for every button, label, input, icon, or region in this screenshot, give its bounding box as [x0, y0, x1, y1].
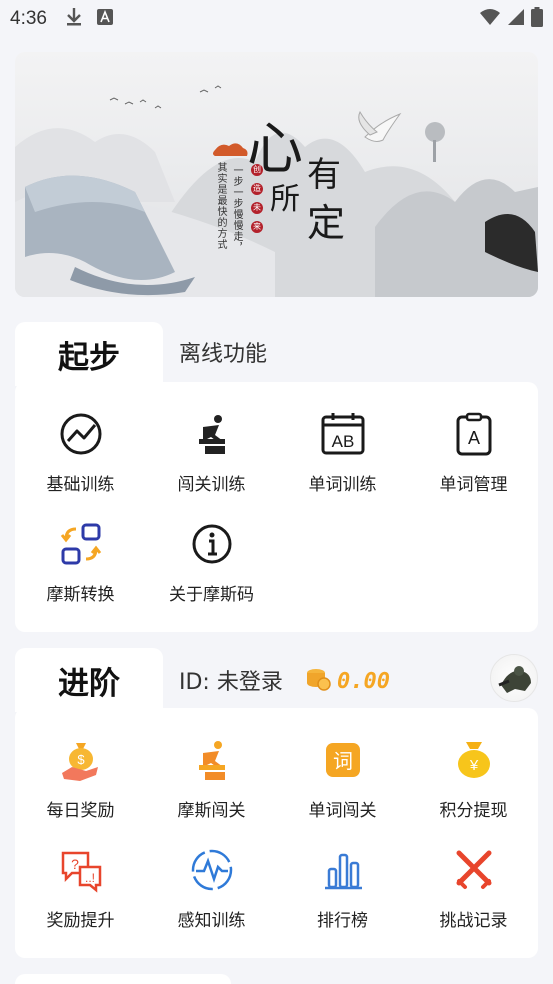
svg-text:?: ?: [71, 856, 79, 872]
pulse-circle-icon: [188, 846, 236, 894]
next-section-tab: [15, 974, 231, 984]
calendar-ab-icon: AB: [319, 410, 367, 458]
clipboard-a-icon: A: [450, 410, 498, 458]
trend-chart-icon: [57, 410, 105, 458]
item-reward-boost[interactable]: ?..! 奖励提升: [15, 846, 146, 946]
item-label: 挑战记录: [439, 911, 508, 931]
item-label: 积分提现: [439, 801, 508, 821]
crossed-swords-icon: [450, 846, 498, 894]
user-id[interactable]: ID: 未登录: [179, 664, 283, 696]
item-morse-convert[interactable]: 摩斯转换: [15, 520, 146, 620]
svg-text:¥: ¥: [468, 757, 478, 774]
item-label: 奖励提升: [46, 911, 115, 931]
item-label: 摩斯转换: [46, 585, 115, 605]
status-time: 4:36: [10, 8, 47, 29]
coins-icon: [305, 666, 331, 696]
money-bag-hand-icon: $: [57, 736, 105, 784]
svg-text:$: $: [77, 752, 85, 767]
item-label: 闯关训练: [177, 475, 246, 495]
item-label: 单词训练: [308, 475, 377, 495]
svg-text:词: 词: [333, 749, 353, 773]
tab-advanced[interactable]: 进阶: [15, 648, 163, 712]
item-level-training[interactable]: 闯关训练: [146, 410, 277, 510]
banner-vertical-text-2: 其实是最快的方式: [215, 162, 226, 250]
download-icon: [65, 7, 83, 31]
banner-seal-2: 造: [253, 184, 261, 193]
bar-chart-icon: [319, 846, 367, 894]
banner-vertical-text-1: 一步一步慢慢走，: [231, 165, 242, 253]
item-word-management[interactable]: A 单词管理: [408, 410, 539, 510]
item-points-withdraw[interactable]: ¥ 积分提现: [408, 736, 539, 836]
item-label: 感知训练: [177, 911, 246, 931]
avatar[interactable]: [490, 654, 538, 702]
jumping-runner-icon: [188, 410, 236, 458]
item-morse-level[interactable]: 摩斯闯关: [146, 736, 277, 836]
item-label: 关于摩斯码: [169, 585, 254, 605]
coin-value: 0.00: [337, 668, 390, 694]
item-challenge-record[interactable]: 挑战记录: [408, 846, 539, 946]
item-perception-training[interactable]: 感知训练: [146, 846, 277, 946]
item-daily-reward[interactable]: $ 每日奖励: [15, 736, 146, 836]
item-label: 单词闯关: [308, 801, 377, 821]
banner-image[interactable]: 心 有 所 定 一步一步慢慢走， 其实是最快的方式 创 造 未 来: [15, 52, 538, 297]
item-label: 摩斯闯关: [177, 801, 246, 821]
banner-seal-4: 来: [253, 222, 261, 231]
battery-icon: [531, 7, 543, 31]
item-label: 单词管理: [439, 475, 508, 495]
banner-seal-3: 未: [253, 203, 261, 212]
banner-char-3: 所: [270, 182, 300, 217]
word-tile-icon: 词: [319, 736, 367, 784]
item-word-training[interactable]: AB 单词训练: [277, 410, 408, 510]
svg-text:..!: ..!: [84, 871, 94, 885]
svg-text:A: A: [467, 428, 479, 448]
status-bar: 4:36: [0, 0, 553, 38]
item-basic-training[interactable]: 基础训练: [15, 410, 146, 510]
item-leaderboard[interactable]: 排行榜: [277, 846, 408, 946]
section-basic: 起步 离线功能 基础训练 闯关训练 AB 单词训练 A 单词管理 摩斯转换 关于…: [15, 322, 538, 632]
banner-char-2: 有: [307, 155, 341, 195]
question-chat-icon: ?..!: [57, 846, 105, 894]
font-a-icon: [96, 9, 113, 29]
orange-runner-icon: [188, 736, 236, 784]
section-advanced: 进阶 ID: 未登录 0.00 $ 每日奖励 摩斯闯关 词 单词闯关 ¥ 积分提…: [15, 648, 538, 958]
info-icon: [188, 520, 236, 568]
signal-icon: [507, 8, 525, 30]
yuan-bag-icon: ¥: [450, 736, 498, 784]
item-word-level[interactable]: 词 单词闯关: [277, 736, 408, 836]
banner-char-4: 定: [307, 201, 346, 245]
item-about-morse[interactable]: 关于摩斯码: [146, 520, 277, 620]
item-label: 排行榜: [317, 911, 368, 931]
coin-balance[interactable]: 0.00: [305, 666, 390, 696]
item-label: 基础训练: [46, 475, 115, 495]
swap-boxes-icon: [57, 520, 105, 568]
tab-basic[interactable]: 起步: [15, 322, 163, 386]
banner-seal-1: 创: [253, 165, 261, 174]
tab-offline[interactable]: 离线功能: [179, 336, 267, 368]
wifi-icon: [479, 8, 501, 30]
item-label: 每日奖励: [46, 801, 115, 821]
svg-text:AB: AB: [331, 432, 354, 451]
